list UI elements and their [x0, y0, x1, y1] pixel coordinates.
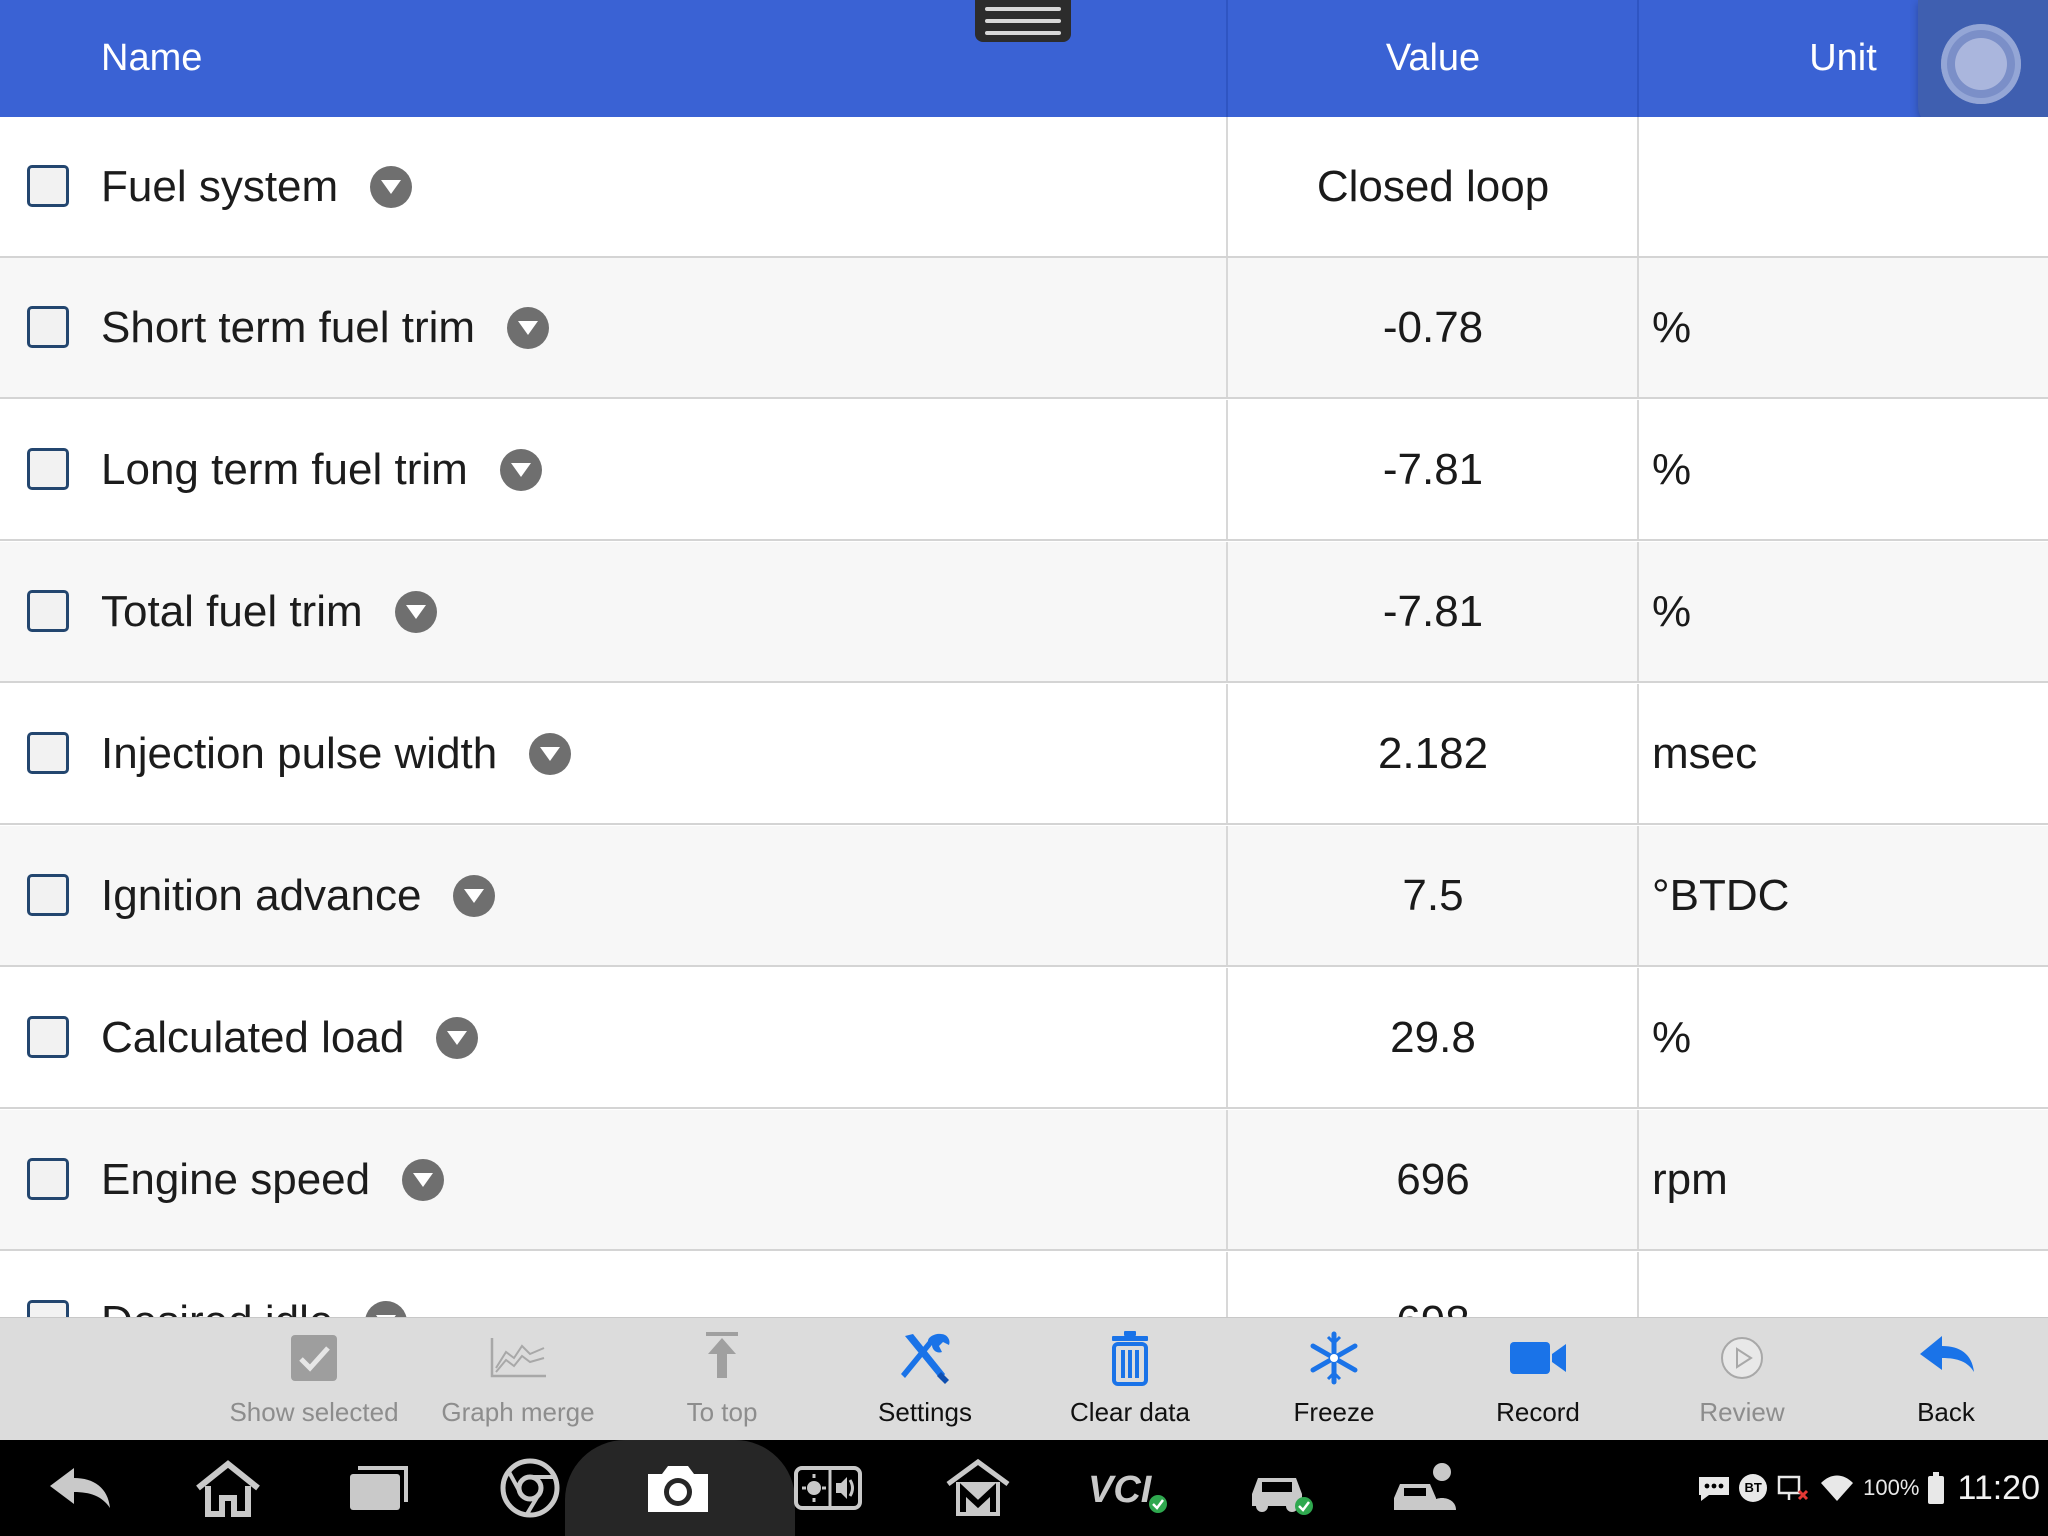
- table-row: Ignition advance 7.5 °BTDC: [0, 826, 2048, 967]
- nav-home-icon[interactable]: [192, 1458, 264, 1518]
- row-checkbox[interactable]: [27, 874, 69, 916]
- system-nav-bar: VCI BT 100% 11:20: [0, 1440, 2048, 1536]
- message-icon: [1699, 1477, 1730, 1501]
- row-checkbox[interactable]: [27, 590, 69, 632]
- dropdown-arrow-icon[interactable]: [436, 1016, 479, 1059]
- line-graph-icon: [490, 1338, 546, 1378]
- row-checkbox[interactable]: [27, 1016, 69, 1058]
- parameter-name: Calculated load: [101, 1012, 405, 1062]
- parameter-name: Engine speed: [101, 1154, 371, 1204]
- table-row: Total fuel trim -7.81 %: [0, 542, 2048, 683]
- dropdown-arrow-icon[interactable]: [370, 165, 413, 208]
- table-row: Fuel system Closed loop: [0, 117, 2048, 258]
- vehicle-connected-icon[interactable]: [1244, 1458, 1316, 1518]
- remote-expert-icon[interactable]: [1390, 1458, 1462, 1518]
- screenshot-camera-icon[interactable]: [642, 1458, 714, 1518]
- record-button[interactable]: Record: [1443, 1318, 1633, 1441]
- table-row: Desired idle 698: [0, 1252, 2048, 1317]
- dropdown-arrow-icon[interactable]: [365, 1300, 408, 1317]
- parameter-unit: %: [1652, 1012, 1692, 1062]
- dropdown-arrow-icon[interactable]: [499, 448, 542, 491]
- pull-down-handle[interactable]: [975, 0, 1071, 42]
- dropdown-arrow-icon[interactable]: [402, 1158, 445, 1201]
- battery-icon: [1928, 1472, 1945, 1504]
- row-checkbox[interactable]: [27, 1158, 69, 1200]
- row-checkbox[interactable]: [27, 306, 69, 348]
- parameter-unit: °BTDC: [1652, 870, 1790, 920]
- bottom-toolbar: Show selected Graph merge To top Setting…: [0, 1317, 2048, 1440]
- bluetooth-icon: BT: [1739, 1474, 1768, 1502]
- arrow-to-top-icon: [706, 1332, 738, 1378]
- parameter-value: 698: [1228, 1252, 1638, 1318]
- freeze-button[interactable]: Freeze: [1239, 1318, 1429, 1441]
- brightness-volume-icon[interactable]: [792, 1458, 864, 1518]
- parameter-value: 696: [1396, 1154, 1470, 1204]
- dropdown-arrow-icon[interactable]: [453, 874, 496, 917]
- parameter-name: Fuel system: [101, 161, 339, 211]
- row-checkbox[interactable]: [27, 448, 69, 490]
- column-header-name: Name: [101, 37, 203, 79]
- play-circle-icon: [1721, 1337, 1763, 1379]
- dropdown-arrow-icon[interactable]: [507, 306, 550, 349]
- parameter-name: Ignition advance: [101, 870, 422, 920]
- parameter-value: Closed loop: [1316, 161, 1550, 211]
- parameter-value: -0.78: [1382, 302, 1484, 352]
- parameter-value: 2.182: [1377, 728, 1489, 778]
- table-row: Short term fuel trim -0.78 %: [0, 258, 2048, 399]
- parameter-name: Desired idle: [101, 1297, 333, 1318]
- live-data-table: Fuel system Closed loop Short term fuel …: [0, 117, 2048, 1317]
- parameter-name: Short term fuel trim: [101, 302, 476, 352]
- parameter-name: Long term fuel trim: [101, 444, 468, 494]
- vci-disconnected-icon: [1777, 1475, 1809, 1501]
- show-selected-button[interactable]: Show selected: [219, 1318, 409, 1441]
- parameter-unit: rpm: [1652, 1154, 1728, 1204]
- parameter-value: 7.5: [1402, 870, 1464, 920]
- floating-assistive-button[interactable]: [1918, 0, 2048, 128]
- checkbox-checked-icon: [291, 1335, 337, 1381]
- review-button[interactable]: Review: [1647, 1318, 1837, 1441]
- parameter-value: -7.81: [1382, 444, 1484, 494]
- row-checkbox[interactable]: [27, 165, 69, 207]
- vci-connected-icon[interactable]: VCI: [1086, 1458, 1172, 1518]
- parameter-unit: %: [1652, 586, 1692, 636]
- battery-percent: 100%: [1863, 1475, 1920, 1500]
- graph-merge-button[interactable]: Graph merge: [423, 1318, 613, 1441]
- back-arrow-icon: [1920, 1336, 1974, 1372]
- to-top-button[interactable]: To top: [627, 1318, 817, 1441]
- column-header-value: Value: [1385, 37, 1481, 79]
- nav-recent-apps-icon[interactable]: [342, 1458, 414, 1518]
- row-checkbox[interactable]: [27, 1300, 69, 1317]
- back-button[interactable]: Back: [1851, 1318, 2041, 1441]
- dropdown-arrow-icon[interactable]: [529, 732, 572, 775]
- table-row: Calculated load 29.8 %: [0, 968, 2048, 1109]
- parameter-unit: %: [1652, 302, 1692, 352]
- parameter-value: -7.81: [1382, 586, 1484, 636]
- dropdown-arrow-icon[interactable]: [394, 590, 437, 633]
- parameter-name: Total fuel trim: [101, 586, 363, 636]
- wrench-screwdriver-icon: [901, 1333, 950, 1384]
- svg-text:VCI: VCI: [1088, 1469, 1153, 1511]
- clear-data-button[interactable]: Clear data: [1035, 1318, 1225, 1441]
- video-camera-icon: [1510, 1342, 1566, 1374]
- parameter-value: 29.8: [1390, 1012, 1476, 1062]
- settings-button[interactable]: Settings: [830, 1318, 1020, 1441]
- trash-icon: [1112, 1331, 1148, 1386]
- snowflake-icon: [1310, 1331, 1358, 1385]
- table-row: Long term fuel trim -7.81 %: [0, 400, 2048, 541]
- parameter-name: Injection pulse width: [101, 728, 498, 778]
- maxifix-home-icon[interactable]: [942, 1458, 1014, 1518]
- table-row: Engine speed 696 rpm: [0, 1110, 2048, 1251]
- status-area: BT 100% 11:20: [1697, 1440, 2040, 1536]
- parameter-unit: msec: [1652, 728, 1758, 778]
- status-clock: 11:20: [1957, 1468, 2040, 1507]
- wifi-icon: [1821, 1475, 1854, 1501]
- row-checkbox[interactable]: [27, 732, 69, 774]
- parameter-unit: %: [1652, 444, 1692, 494]
- table-row: Injection pulse width 2.182 msec: [0, 684, 2048, 825]
- chrome-browser-icon[interactable]: [494, 1458, 566, 1518]
- nav-back-icon[interactable]: [44, 1458, 116, 1518]
